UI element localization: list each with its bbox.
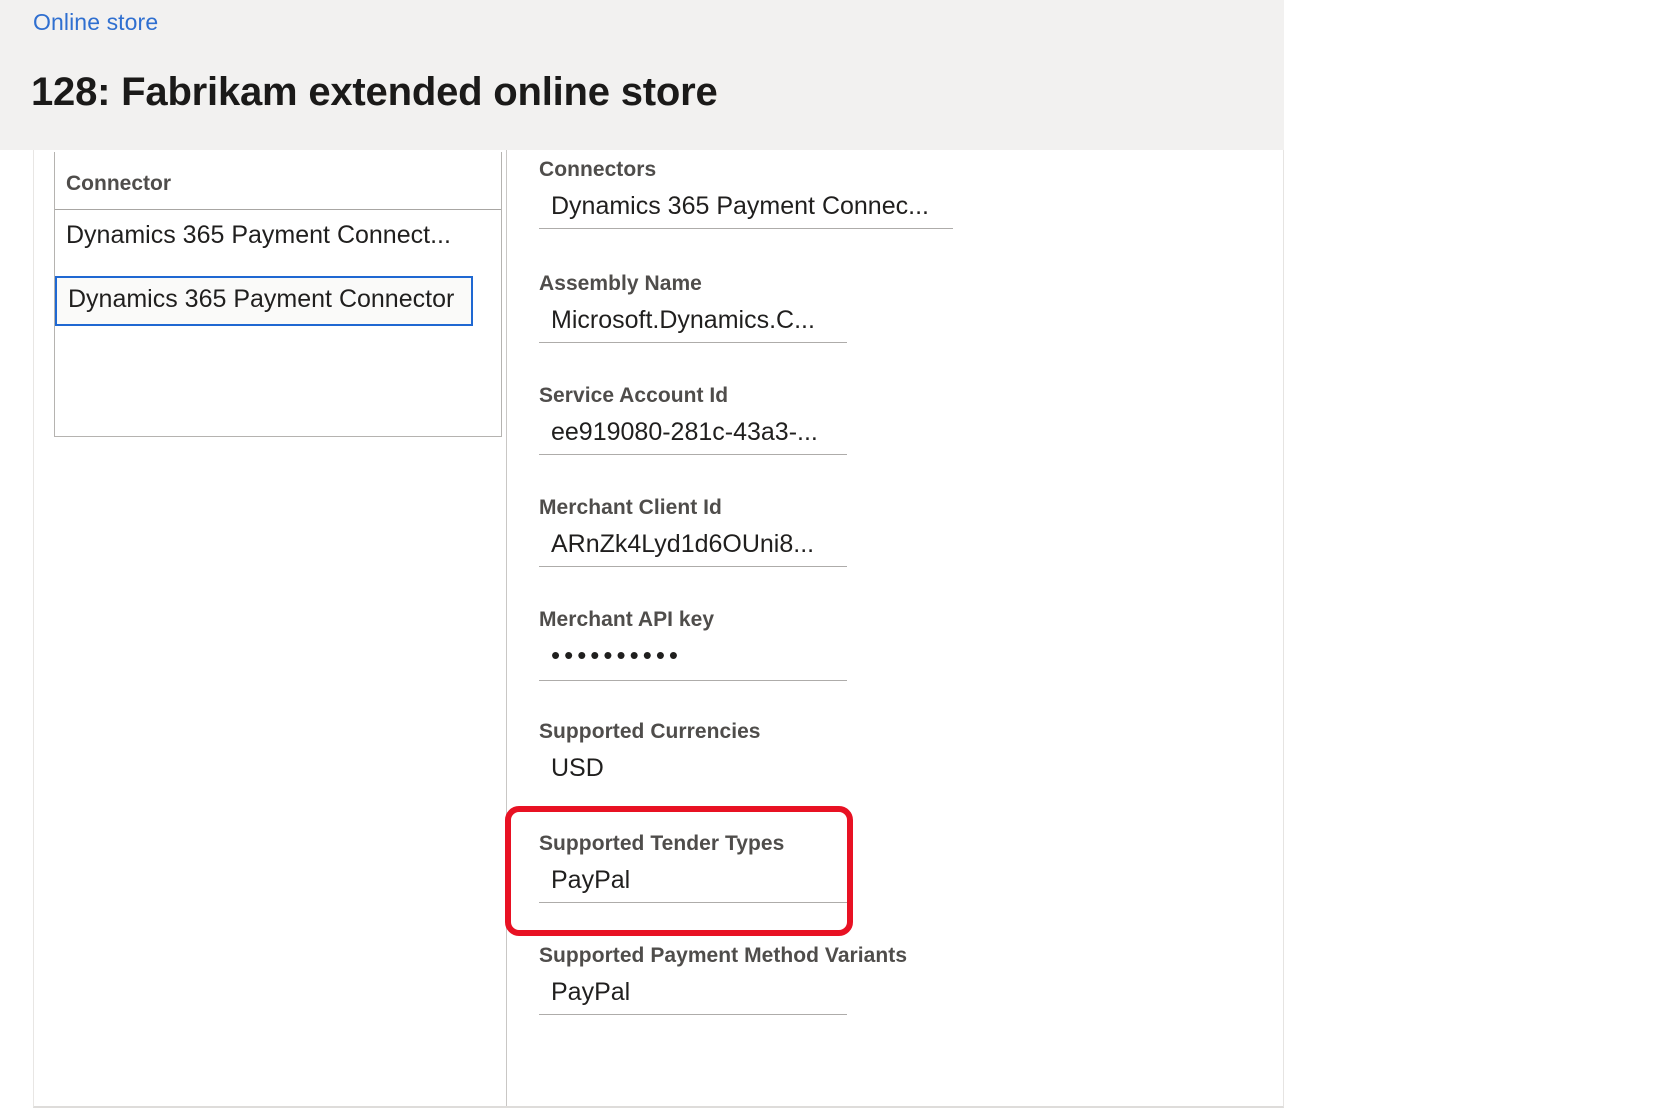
page-header: Online store 128: Fabrikam extended onli… — [0, 0, 1284, 150]
supported-tender-types-input[interactable]: PayPal — [539, 862, 847, 903]
list-item-label: Dynamics 365 Payment Connect... — [66, 221, 451, 249]
field-label: Merchant API key — [539, 608, 715, 631]
field-label: Merchant Client Id — [539, 496, 722, 519]
content-card: Connector Dynamics 365 Payment Connect..… — [33, 150, 1284, 1108]
field-label: Assembly Name — [539, 272, 702, 295]
field-supported-payment-method-variants: Supported Payment Method Variants PayPal — [539, 944, 907, 1015]
field-service-account-id: Service Account Id ee919080-281c-43a3-..… — [539, 384, 847, 455]
list-item-selected[interactable]: Dynamics 365 Payment Connector — [55, 276, 473, 326]
connectors-input[interactable]: Dynamics 365 Payment Connec... — [539, 188, 953, 229]
service-account-id-input[interactable]: ee919080-281c-43a3-... — [539, 414, 847, 455]
field-label: Supported Payment Method Variants — [539, 944, 908, 967]
merchant-client-id-input[interactable]: ARnZk4Lyd1d6OUni8... — [539, 526, 847, 567]
field-value: Microsoft.Dynamics.C... — [551, 306, 815, 334]
field-value: ARnZk4Lyd1d6OUni8... — [551, 530, 815, 558]
field-supported-tender-types: Supported Tender Types PayPal — [539, 832, 847, 903]
field-connectors: Connectors Dynamics 365 Payment Connec..… — [539, 158, 953, 229]
list-item-label: Dynamics 365 Payment Connector — [68, 285, 455, 313]
field-label: Connectors — [539, 158, 657, 181]
field-label: Supported Tender Types — [539, 832, 785, 855]
connector-details-form: Connectors Dynamics 365 Payment Connec..… — [506, 150, 1206, 1106]
field-label: Supported Currencies — [539, 720, 761, 743]
field-value-masked: •••••••••• — [551, 640, 683, 670]
connector-list: Connector Dynamics 365 Payment Connect..… — [54, 152, 502, 437]
field-merchant-api-key: Merchant API key •••••••••• — [539, 608, 847, 681]
page-title: 128: Fabrikam extended online store — [31, 70, 718, 114]
field-merchant-client-id: Merchant Client Id ARnZk4Lyd1d6OUni8... — [539, 496, 847, 567]
column-header-connector: Connector — [66, 172, 171, 195]
field-value: PayPal — [551, 978, 631, 1006]
connector-list-header: Connector — [55, 152, 501, 210]
field-label: Service Account Id — [539, 384, 729, 407]
field-value: Dynamics 365 Payment Connec... — [551, 192, 929, 220]
supported-payment-method-variants-input[interactable]: PayPal — [539, 974, 847, 1015]
merchant-api-key-input[interactable]: •••••••••• — [539, 638, 847, 681]
field-value: ee919080-281c-43a3-... — [551, 418, 818, 446]
field-supported-currencies: Supported Currencies USD — [539, 720, 847, 791]
field-value: USD — [551, 754, 604, 782]
field-value: PayPal — [551, 866, 631, 894]
list-item[interactable]: Dynamics 365 Payment Connect... — [55, 210, 501, 267]
breadcrumb-online-store-link[interactable]: Online store — [33, 9, 158, 36]
supported-currencies-input[interactable]: USD — [539, 750, 847, 791]
field-assembly-name: Assembly Name Microsoft.Dynamics.C... — [539, 272, 847, 343]
assembly-name-input[interactable]: Microsoft.Dynamics.C... — [539, 302, 847, 343]
